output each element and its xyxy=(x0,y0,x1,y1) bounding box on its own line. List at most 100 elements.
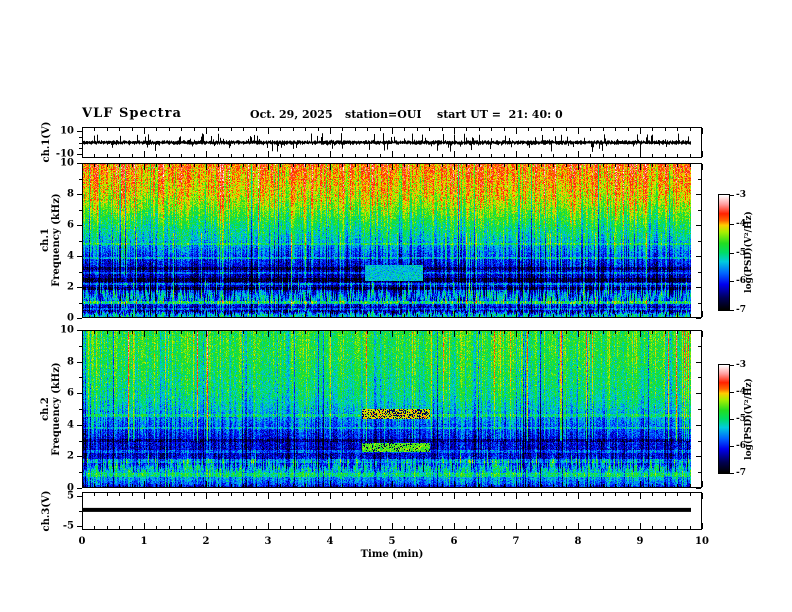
tick-mark xyxy=(256,493,257,496)
tick-mark xyxy=(590,526,591,529)
tick-mark xyxy=(144,128,145,134)
tick-mark xyxy=(698,210,701,211)
tick-mark xyxy=(553,331,554,334)
tick-mark xyxy=(380,526,381,529)
tick-mark xyxy=(479,331,480,334)
tick-mark xyxy=(442,128,443,131)
tick-mark xyxy=(541,493,542,496)
tick-mark xyxy=(429,331,430,334)
tick-mark xyxy=(256,526,257,529)
tick-mark xyxy=(603,493,604,496)
freq-tick-label: 4 xyxy=(67,419,74,431)
tick-mark xyxy=(107,331,108,334)
tick-mark xyxy=(355,164,356,167)
tick-mark xyxy=(541,314,542,317)
tick-mark xyxy=(355,128,356,131)
tick-mark xyxy=(615,484,616,487)
station-label: station=OUI xyxy=(345,108,422,121)
tick-mark xyxy=(293,331,294,334)
tick-mark xyxy=(169,484,170,487)
tick-mark xyxy=(256,154,257,157)
tick-mark xyxy=(615,314,616,317)
tick-mark xyxy=(392,311,393,317)
tick-mark xyxy=(77,330,82,331)
tick-mark xyxy=(280,331,281,334)
tick-mark xyxy=(392,493,393,499)
tick-mark xyxy=(528,128,529,131)
tick-mark xyxy=(77,362,82,363)
tick-mark xyxy=(404,314,405,317)
tick-mark xyxy=(677,164,678,167)
tick-mark xyxy=(466,526,467,529)
tick-mark xyxy=(665,314,666,317)
tick-mark xyxy=(528,484,529,487)
tick-mark xyxy=(628,128,629,131)
tick-mark xyxy=(696,330,701,331)
tick-mark xyxy=(442,484,443,487)
tick-mark xyxy=(107,154,108,157)
tick-mark xyxy=(156,314,157,317)
tick-mark xyxy=(305,484,306,487)
x-tick-label: 0 xyxy=(78,536,86,547)
tick-mark xyxy=(640,311,641,317)
tick-mark xyxy=(417,493,418,496)
tick-mark xyxy=(77,225,82,226)
tick-mark xyxy=(454,481,455,487)
tick-mark xyxy=(665,526,666,529)
tick-mark xyxy=(466,493,467,496)
tick-mark xyxy=(553,314,554,317)
tick-mark xyxy=(79,272,82,273)
tick-mark xyxy=(119,128,120,131)
tick-mark xyxy=(442,526,443,529)
tick-mark xyxy=(367,128,368,131)
colorbar-tick-label: -4 xyxy=(736,387,746,397)
tick-mark xyxy=(730,195,734,196)
tick-mark xyxy=(268,331,269,337)
tick-mark xyxy=(516,151,517,157)
tick-mark xyxy=(268,493,269,499)
tick-mark xyxy=(417,526,418,529)
tick-mark xyxy=(107,164,108,167)
tick-mark xyxy=(698,272,701,273)
tick-mark xyxy=(194,484,195,487)
page-title: VLF Spectra xyxy=(82,106,182,121)
tick-mark xyxy=(206,523,207,529)
freq-tick-label: 8 xyxy=(67,188,74,200)
tick-mark xyxy=(603,164,604,167)
tick-mark xyxy=(566,164,567,167)
tick-mark xyxy=(628,484,629,487)
tick-mark xyxy=(696,425,701,426)
tick-mark xyxy=(293,164,294,167)
tick-mark xyxy=(652,331,653,334)
tick-mark xyxy=(479,484,480,487)
ch1-spectrogram-canvas xyxy=(83,164,701,317)
tick-mark xyxy=(94,154,95,157)
tick-mark xyxy=(256,314,257,317)
tick-mark xyxy=(698,377,701,378)
tick-mark xyxy=(79,148,82,149)
tick-mark xyxy=(466,314,467,317)
tick-mark xyxy=(256,331,257,334)
tick-mark xyxy=(243,526,244,529)
tick-mark xyxy=(342,314,343,317)
ch2-spectrogram-canvas xyxy=(83,331,701,487)
tick-mark xyxy=(330,481,331,487)
tick-mark xyxy=(553,493,554,496)
tick-mark xyxy=(194,154,195,157)
tick-mark xyxy=(652,314,653,317)
tick-mark xyxy=(479,314,480,317)
tick-mark xyxy=(79,303,82,304)
tick-mark xyxy=(504,484,505,487)
x-tick-label: 9 xyxy=(636,536,644,547)
tick-mark xyxy=(504,128,505,131)
tick-mark xyxy=(690,493,691,496)
tick-mark xyxy=(404,526,405,529)
tick-mark xyxy=(268,151,269,157)
tick-mark xyxy=(566,526,567,529)
tick-mark xyxy=(280,154,281,157)
tick-mark xyxy=(318,314,319,317)
tick-mark xyxy=(479,128,480,131)
tick-mark xyxy=(491,331,492,334)
tick-mark xyxy=(479,164,480,167)
tick-mark xyxy=(231,314,232,317)
